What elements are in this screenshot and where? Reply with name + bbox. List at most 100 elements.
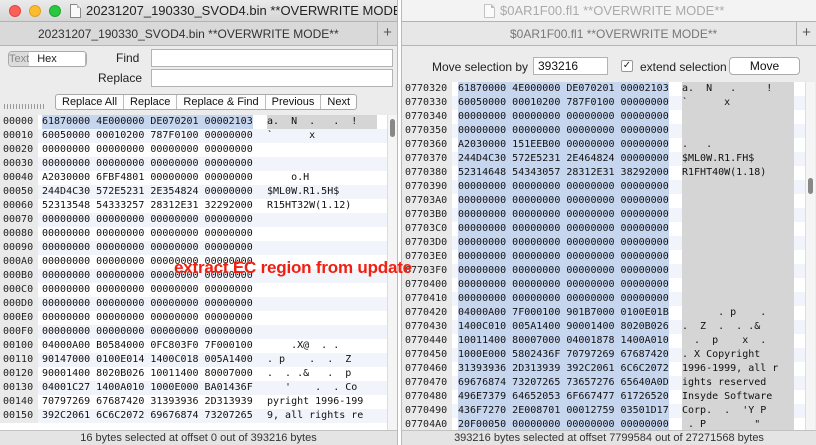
hex-row[interactable]: 00030 00000000 00000000 00000000 00000000 [0, 157, 388, 171]
row-hex-bytes[interactable]: 1000E000 5802436F 70797269 67687420 [458, 348, 669, 362]
hex-row[interactable]: 00010 60050000 00010200 787F0100 00000000… [0, 129, 388, 143]
row-hex-bytes[interactable]: 31393936 2D313939 392C2061 6C6C2072 [458, 362, 669, 376]
hex-row[interactable]: 07703D0 00000000 00000000 00000000 000000… [402, 236, 807, 250]
row-ascii-text[interactable] [682, 292, 794, 306]
hex-row[interactable]: 000F0 00000000 00000000 00000000 00000000 [0, 325, 388, 339]
row-hex-bytes[interactable]: 90147000 0100E014 1400C018 005A1400 [42, 353, 253, 367]
row-ascii-text[interactable]: ` x [267, 129, 377, 143]
row-hex-bytes[interactable]: 04000A00 B0584000 0FC803F0 7F000100 [42, 339, 253, 353]
hex-row[interactable]: 07703A0 00000000 00000000 00000000 000000… [402, 194, 807, 208]
hex-row[interactable]: 00060 52313548 54333257 28312E31 32292000… [0, 199, 388, 213]
row-ascii-text[interactable] [682, 278, 794, 292]
row-hex-bytes[interactable]: 00000000 00000000 00000000 00000000 [458, 208, 669, 222]
row-ascii-text[interactable]: ` x [682, 96, 794, 110]
hex-row[interactable]: 0770450 1000E000 5802436F 70797269 676874… [402, 348, 807, 362]
hex-row[interactable]: 00020 00000000 00000000 00000000 00000000 [0, 143, 388, 157]
row-hex-bytes[interactable]: 00000000 00000000 00000000 00000000 [42, 297, 253, 311]
row-hex-bytes[interactable]: 00000000 00000000 00000000 00000000 [458, 264, 669, 278]
next-button[interactable]: Next [321, 95, 356, 109]
row-hex-bytes[interactable]: 00000000 00000000 00000000 00000000 [458, 180, 669, 194]
new-tab-plus-icon[interactable]: + [796, 22, 816, 45]
row-hex-bytes[interactable]: 70797269 67687420 31393936 2D313939 [42, 395, 253, 409]
minimize-window-button[interactable] [29, 5, 41, 17]
right-title-bar[interactable]: $0AR1F00.fl1 **OVERWRITE MODE** [402, 0, 816, 22]
row-hex-bytes[interactable]: 04000A00 7F000100 901B7000 0100E01B [458, 306, 669, 320]
hex-row[interactable]: 00130 04001C27 1400A010 1000E000 BA01436F… [0, 381, 388, 395]
row-ascii-text[interactable] [682, 222, 794, 236]
row-hex-bytes[interactable]: 90001400 8020B026 10011400 80007000 [42, 367, 253, 381]
zoom-window-button[interactable] [49, 5, 61, 17]
hex-row[interactable]: 07703E0 00000000 00000000 00000000 000000… [402, 250, 807, 264]
hex-row[interactable]: 07703F0 00000000 00000000 00000000 000000… [402, 264, 807, 278]
row-ascii-text[interactable]: . X Copyright [682, 348, 794, 362]
row-hex-bytes[interactable]: 00000000 00000000 00000000 00000000 [42, 325, 253, 339]
replace-and-find-button[interactable]: Replace & Find [177, 95, 266, 109]
row-hex-bytes[interactable]: 00000000 00000000 00000000 00000000 [458, 292, 669, 306]
hex-row[interactable]: 00120 90001400 8020B026 10011400 80007000… [0, 367, 388, 381]
row-hex-bytes[interactable]: 00000000 00000000 00000000 00000000 [42, 143, 253, 157]
row-hex-bytes[interactable]: A2030000 151EEB00 00000000 00000000 [458, 138, 669, 152]
hex-row[interactable]: 07703B0 00000000 00000000 00000000 000000… [402, 208, 807, 222]
row-hex-bytes[interactable]: 00000000 00000000 00000000 00000000 [42, 241, 253, 255]
row-hex-bytes[interactable]: 00000000 00000000 00000000 00000000 [458, 236, 669, 250]
hex-row[interactable]: 0770440 10011400 80007000 04001878 1400A0… [402, 334, 807, 348]
row-ascii-text[interactable]: a. N . . ! [267, 115, 377, 129]
row-ascii-text[interactable]: a. N . ! [682, 82, 794, 96]
row-hex-bytes[interactable]: 61870000 4E000000 DE070201 00002103 [458, 82, 669, 96]
row-hex-bytes[interactable]: 00000000 00000000 00000000 00000000 [458, 110, 669, 124]
row-hex-bytes[interactable]: 00000000 00000000 00000000 00000000 [458, 222, 669, 236]
extend-selection-checkbox[interactable]: ✓ [621, 60, 633, 72]
drag-grip-icon[interactable] [4, 104, 44, 109]
row-ascii-text[interactable] [682, 124, 794, 138]
row-ascii-text[interactable]: ights reserved [682, 376, 794, 390]
hex-row[interactable]: 07704A0 20F00050 00000000 00000000 000000… [402, 418, 807, 430]
mode-text-option[interactable]: Text [9, 52, 30, 66]
row-ascii-text[interactable]: 9, all rights re [267, 409, 377, 423]
row-ascii-text[interactable]: . p x . [682, 334, 794, 348]
hex-row[interactable]: 000E0 00000000 00000000 00000000 00000000 [0, 311, 388, 325]
row-hex-bytes[interactable]: 1400C010 005A1400 90001400 8020B026 [458, 320, 669, 334]
hex-row[interactable]: 0770380 52314648 54343057 28312E31 382920… [402, 166, 807, 180]
hex-row[interactable]: 0770350 00000000 00000000 00000000 000000… [402, 124, 807, 138]
previous-button[interactable]: Previous [266, 95, 322, 109]
row-hex-bytes[interactable]: 00000000 00000000 00000000 00000000 [458, 194, 669, 208]
hex-row[interactable]: 00100 04000A00 B0584000 0FC803F0 7F000100… [0, 339, 388, 353]
replace-input[interactable] [151, 69, 393, 87]
left-scrollbar-thumb[interactable] [390, 119, 395, 137]
row-hex-bytes[interactable]: 20F00050 00000000 00000000 00000000 [458, 418, 669, 430]
hex-row[interactable]: 07703C0 00000000 00000000 00000000 000000… [402, 222, 807, 236]
row-hex-bytes[interactable]: 00000000 00000000 00000000 00000000 [42, 283, 253, 297]
row-ascii-text[interactable]: R15HT32W(1.12) [267, 199, 377, 213]
row-hex-bytes[interactable]: 04001C27 1400A010 1000E000 BA01436F [42, 381, 253, 395]
row-ascii-text[interactable]: . Z . . .& [682, 320, 794, 334]
row-hex-bytes[interactable]: 00000000 00000000 00000000 00000000 [42, 227, 253, 241]
row-hex-bytes[interactable]: 00000000 00000000 00000000 00000000 [42, 213, 253, 227]
row-ascii-text[interactable]: $ML0W.R1.5H$ [267, 185, 377, 199]
row-ascii-text[interactable]: . P " [682, 418, 794, 430]
row-hex-bytes[interactable]: 61870000 4E000000 DE070201 00002103 [42, 115, 253, 129]
close-window-button[interactable] [9, 5, 21, 17]
row-ascii-text[interactable]: pyright 1996-199 [267, 395, 377, 409]
row-hex-bytes[interactable]: 496E7379 64652053 6F667477 61726520 [458, 390, 669, 404]
row-hex-bytes[interactable]: 244D4C30 572E5231 2E354824 00000000 [42, 185, 253, 199]
row-hex-bytes[interactable]: 60050000 00010200 787F0100 00000000 [458, 96, 669, 110]
row-hex-bytes[interactable]: 52313548 54333257 28312E31 32292000 [42, 199, 253, 213]
right-scrollbar[interactable] [805, 82, 815, 430]
hex-row[interactable]: 0770420 04000A00 7F000100 901B7000 0100E0… [402, 306, 807, 320]
row-hex-bytes[interactable]: 436F7270 2E008701 00012759 03501D17 [458, 404, 669, 418]
hex-row[interactable]: 0770390 00000000 00000000 00000000 000000… [402, 180, 807, 194]
move-offset-input[interactable]: 393216 [533, 57, 608, 75]
hex-row[interactable]: 0770410 00000000 00000000 00000000 000000… [402, 292, 807, 306]
hex-row[interactable]: 00140 70797269 67687420 31393936 2D313939… [0, 395, 388, 409]
hex-row[interactable]: 0770330 60050000 00010200 787F0100 000000… [402, 96, 807, 110]
hex-row[interactable]: 00090 00000000 00000000 00000000 00000000 [0, 241, 388, 255]
hex-row[interactable]: 00110 90147000 0100E014 1400C018 005A1400… [0, 353, 388, 367]
replace-button[interactable]: Replace [124, 95, 178, 109]
new-tab-plus-icon[interactable]: + [377, 22, 397, 45]
hex-row[interactable]: 0770430 1400C010 005A1400 90001400 8020B0… [402, 320, 807, 334]
left-title-bar[interactable]: 20231207_190330_SVOD4.bin **OVERWRITE MO… [0, 0, 397, 22]
right-tab-title[interactable]: $0AR1F00.fl1 **OVERWRITE MODE** [510, 27, 717, 41]
hex-row[interactable]: 00040 A2030000 6FBF4801 00000000 00000000… [0, 171, 388, 185]
row-ascii-text[interactable]: . p . . Z [267, 353, 377, 367]
row-ascii-text[interactable]: R1FHT40W(1.18) [682, 166, 794, 180]
